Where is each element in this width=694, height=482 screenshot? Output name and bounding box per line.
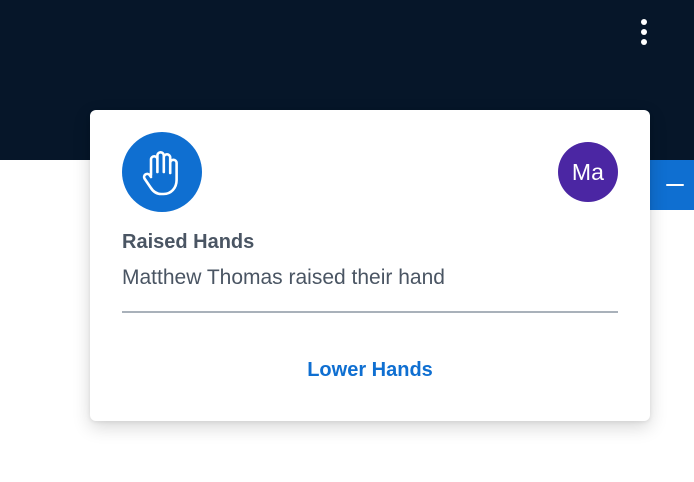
menu-dot: [641, 39, 647, 45]
menu-dot: [641, 29, 647, 35]
divider: [122, 311, 618, 313]
avatar-initials: Ma: [571, 158, 605, 185]
raised-hand-icon: [142, 151, 178, 196]
raised-hands-notification: Ma Raised Hands Matthew Thomas raised th…: [90, 110, 650, 421]
notification-title: Raised Hands: [122, 231, 255, 253]
avatar: Ma: [558, 142, 618, 202]
meeting-screen: Ma Raised Hands Matthew Thomas raised th…: [0, 0, 694, 482]
menu-dot: [641, 19, 647, 25]
collapse-panel-button[interactable]: [650, 160, 694, 210]
lower-hands-button[interactable]: Lower Hands: [122, 348, 618, 392]
raised-hand-badge: [122, 132, 202, 212]
notification-message: Matthew Thomas raised their hand: [122, 266, 445, 289]
minimize-icon: [666, 184, 684, 186]
kebab-menu-icon[interactable]: [628, 14, 660, 50]
